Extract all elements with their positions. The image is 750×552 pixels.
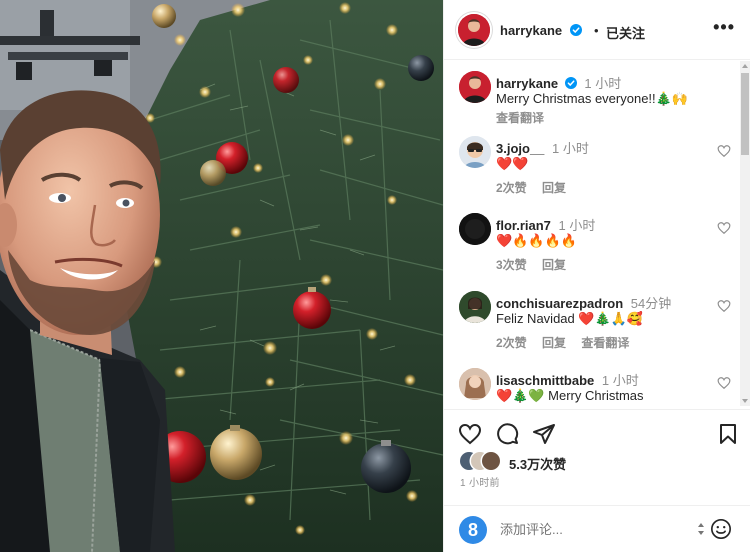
comment-item: 3.jojo__ 1 小时 ❤️❤️ 2次赞 回复 [444, 136, 741, 206]
comment-meta: 3次赞 回复 [496, 256, 578, 273]
comment-header: lisaschmittbabe 1 小时 [496, 370, 639, 389]
author-avatar[interactable] [458, 14, 490, 46]
comment-reply-link[interactable]: 回复 [542, 258, 566, 272]
verified-badge-icon [564, 77, 577, 89]
christmas-tree-selfie-image [0, 0, 443, 552]
commenter-avatar[interactable] [459, 368, 491, 400]
comment-time: 54分钟 [630, 296, 672, 311]
scroll-down-arrow-icon[interactable] [742, 399, 748, 403]
comment-username[interactable]: lisaschmittbabe [496, 373, 594, 388]
comment-username[interactable]: 3.jojo__ [496, 141, 544, 156]
heart-icon[interactable] [458, 422, 482, 446]
comment-time: 1 小时 [558, 218, 596, 233]
like-count[interactable]: 5.3万次赞 [509, 454, 566, 473]
comment-text: ❤️🎄💚 Merry Christmas [496, 388, 644, 403]
comment-item: lisaschmittbabe 1 小时 ❤️🎄💚 Merry Christma… [444, 368, 741, 406]
comment-input[interactable] [500, 522, 680, 537]
commenter-avatar-image [459, 291, 491, 323]
comment-icon[interactable] [495, 422, 519, 446]
caption-item: harrykane 1 小时 Merry Christmas everyone!… [444, 71, 741, 131]
caption-time: 1 小时 [584, 76, 622, 91]
caption-header: harrykane 1 小时 [496, 73, 621, 92]
liker-avatar [482, 452, 500, 470]
comment-username[interactable]: conchisuarezpadron [496, 296, 623, 311]
liker-avatars [460, 452, 510, 470]
comment-header: 3.jojo__ 1 小时 [496, 138, 589, 157]
send-icon[interactable] [532, 422, 556, 446]
more-options-button[interactable]: ••• [713, 18, 735, 36]
caption-translate-link[interactable]: 查看翻译 [496, 111, 544, 125]
verified-badge-icon [570, 24, 582, 36]
post-header: harrykane • 已关注 ••• [444, 0, 750, 60]
bookmark-icon[interactable] [716, 422, 740, 446]
comment-like-count[interactable]: 2次赞 [496, 181, 527, 195]
commenter-avatar-image [459, 136, 491, 168]
comment-meta: 2次赞 回复 查看翻译 [496, 334, 641, 351]
commenter-avatar[interactable] [459, 291, 491, 323]
comment-heart-icon[interactable] [717, 144, 731, 158]
header-separator-dot: • [594, 23, 599, 38]
comment-like-count[interactable]: 2次赞 [496, 336, 527, 350]
caption-author-avatar[interactable] [459, 71, 491, 103]
following-button[interactable]: 已关注 [606, 23, 645, 42]
commenter-avatar-image [459, 213, 491, 245]
comment-time: 1 小时 [601, 373, 639, 388]
caption-text: Merry Christmas everyone!!🎄🙌 [496, 91, 689, 106]
comment-time: 1 小时 [552, 141, 589, 156]
commenter-avatar[interactable] [459, 136, 491, 168]
post-photo[interactable] [0, 0, 443, 552]
comment-header: conchisuarezpadron 54分钟 [496, 293, 671, 312]
user-badge-icon: 8 [459, 516, 487, 544]
comment-reply-link[interactable]: 回复 [542, 181, 566, 195]
caption-meta: 查看翻译 [496, 109, 556, 126]
post-action-bar [444, 409, 750, 449]
commenter-avatar-image [459, 368, 491, 400]
spinner-arrows-icon[interactable] [697, 521, 705, 537]
author-avatar-image [459, 71, 491, 103]
comment-username[interactable]: flor.rian7 [496, 218, 551, 233]
comment-text: ❤️🔥🔥🔥🔥 [496, 233, 577, 248]
scroll-up-arrow-icon[interactable] [742, 64, 748, 68]
commenter-avatar[interactable] [459, 213, 491, 245]
post-timestamp: 1 小时前 [460, 478, 500, 489]
post-side-panel: harrykane • 已关注 ••• harrykane 1 小时 Merry… [443, 0, 750, 552]
comment-heart-icon[interactable] [717, 221, 731, 235]
comments-scrollbar[interactable] [740, 61, 750, 406]
add-comment-bar: 8 [444, 505, 750, 552]
comment-item: flor.rian7 1 小时 ❤️🔥🔥🔥🔥 3次赞 回复 [444, 213, 741, 283]
comment-text: Feliz Navidad ❤️🎄🙏🥰 [496, 311, 644, 326]
comment-item: conchisuarezpadron 54分钟 Feliz Navidad ❤️… [444, 291, 741, 361]
comment-translate-link[interactable]: 查看翻译 [581, 336, 629, 350]
comment-header: flor.rian7 1 小时 [496, 215, 595, 234]
scrollbar-thumb[interactable] [741, 73, 749, 155]
author-avatar-image [458, 14, 490, 46]
comment-reply-link[interactable]: 回复 [542, 336, 566, 350]
comment-like-count[interactable]: 3次赞 [496, 258, 527, 272]
emoji-picker-icon[interactable] [710, 518, 732, 540]
comment-meta: 2次赞 回复 [496, 179, 578, 196]
comment-heart-icon[interactable] [717, 376, 731, 390]
comment-heart-icon[interactable] [717, 299, 731, 313]
comments-list[interactable]: harrykane 1 小时 Merry Christmas everyone!… [444, 61, 741, 406]
author-username[interactable]: harrykane [500, 23, 562, 38]
comment-text: ❤️❤️ [496, 156, 529, 171]
caption-username[interactable]: harrykane [496, 76, 558, 91]
